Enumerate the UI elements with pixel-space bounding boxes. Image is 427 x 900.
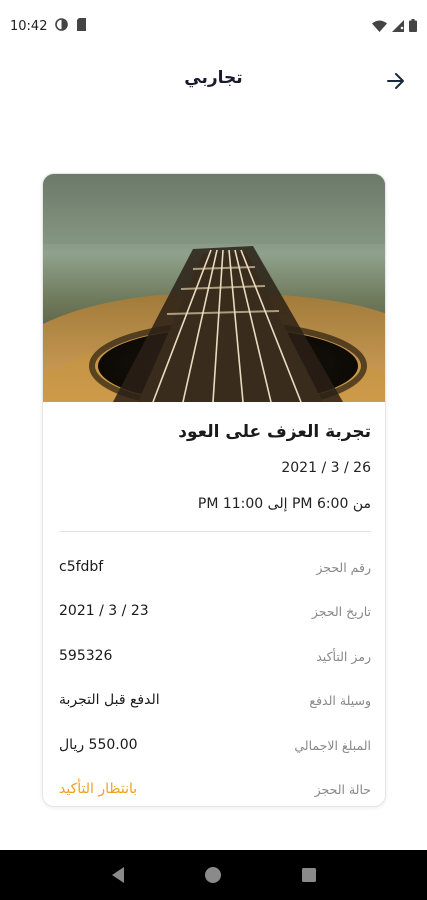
detail-value: 550.00 ريال (59, 737, 138, 753)
detail-row-total-amount: المبلغ الاجمالي 550.00 ريال (59, 733, 371, 757)
status-bar: 10:42 (0, 0, 427, 52)
detail-value: c5fdbf (59, 559, 104, 575)
status-badge: بانتظار التأكيد (59, 781, 138, 797)
detail-row-booking-status: حالة الحجز بانتظار التأكيد (59, 777, 371, 801)
sim-card-icon (76, 17, 87, 35)
detail-label: رمز التأكيد (316, 648, 371, 664)
system-nav-bar (0, 850, 427, 900)
detail-row-booking-number: رقم الحجز c5fdbf (59, 555, 371, 579)
nav-back-button[interactable] (103, 860, 133, 890)
status-left: 10:42 (10, 17, 87, 35)
detail-label: تاريخ الحجز (311, 603, 371, 619)
signal-icon (392, 17, 404, 36)
detail-label: المبلغ الاجمالي (294, 737, 371, 753)
back-button[interactable] (383, 68, 409, 94)
experience-time-range: من 6:00 PM إلى 11:00 PM (197, 496, 371, 512)
detail-row-payment-method: وسيلة الدفع الدفع قبل التجربة (59, 688, 371, 712)
back-triangle-icon (111, 867, 124, 883)
detail-label: حالة الحجز (314, 781, 371, 797)
page-title: تجاربي (184, 68, 243, 88)
divider (59, 531, 371, 532)
nav-home-button[interactable] (198, 860, 228, 890)
wifi-icon (372, 17, 387, 36)
recents-square-icon (302, 868, 317, 882)
experience-image (43, 174, 385, 402)
detail-value: الدفع قبل التجربة (59, 692, 160, 708)
detail-value: 595326 (59, 648, 113, 664)
detail-row-booking-date: تاريخ الحجز 23 / 3 / 2021 (59, 599, 371, 623)
detail-label: رقم الحجز (316, 559, 371, 575)
arrow-right-icon (387, 73, 404, 89)
experience-date: 26 / 3 / 2021 (281, 460, 371, 476)
battery-icon (409, 17, 417, 36)
detail-value: 23 / 3 / 2021 (59, 603, 149, 619)
clock: 10:42 (10, 18, 48, 34)
data-saver-icon (55, 17, 69, 35)
booking-card[interactable]: تجربة العزف على العود 26 / 3 / 2021 من 6… (42, 173, 386, 807)
home-circle-icon (205, 867, 222, 883)
experience-title: تجربة العزف على العود (178, 422, 371, 442)
detail-label: وسيلة الدفع (309, 692, 371, 708)
detail-row-confirmation-code: رمز التأكيد 595326 (59, 644, 371, 668)
nav-recents-button[interactable] (294, 860, 324, 890)
status-right (372, 17, 417, 36)
app-bar: تجاربي (0, 58, 427, 104)
